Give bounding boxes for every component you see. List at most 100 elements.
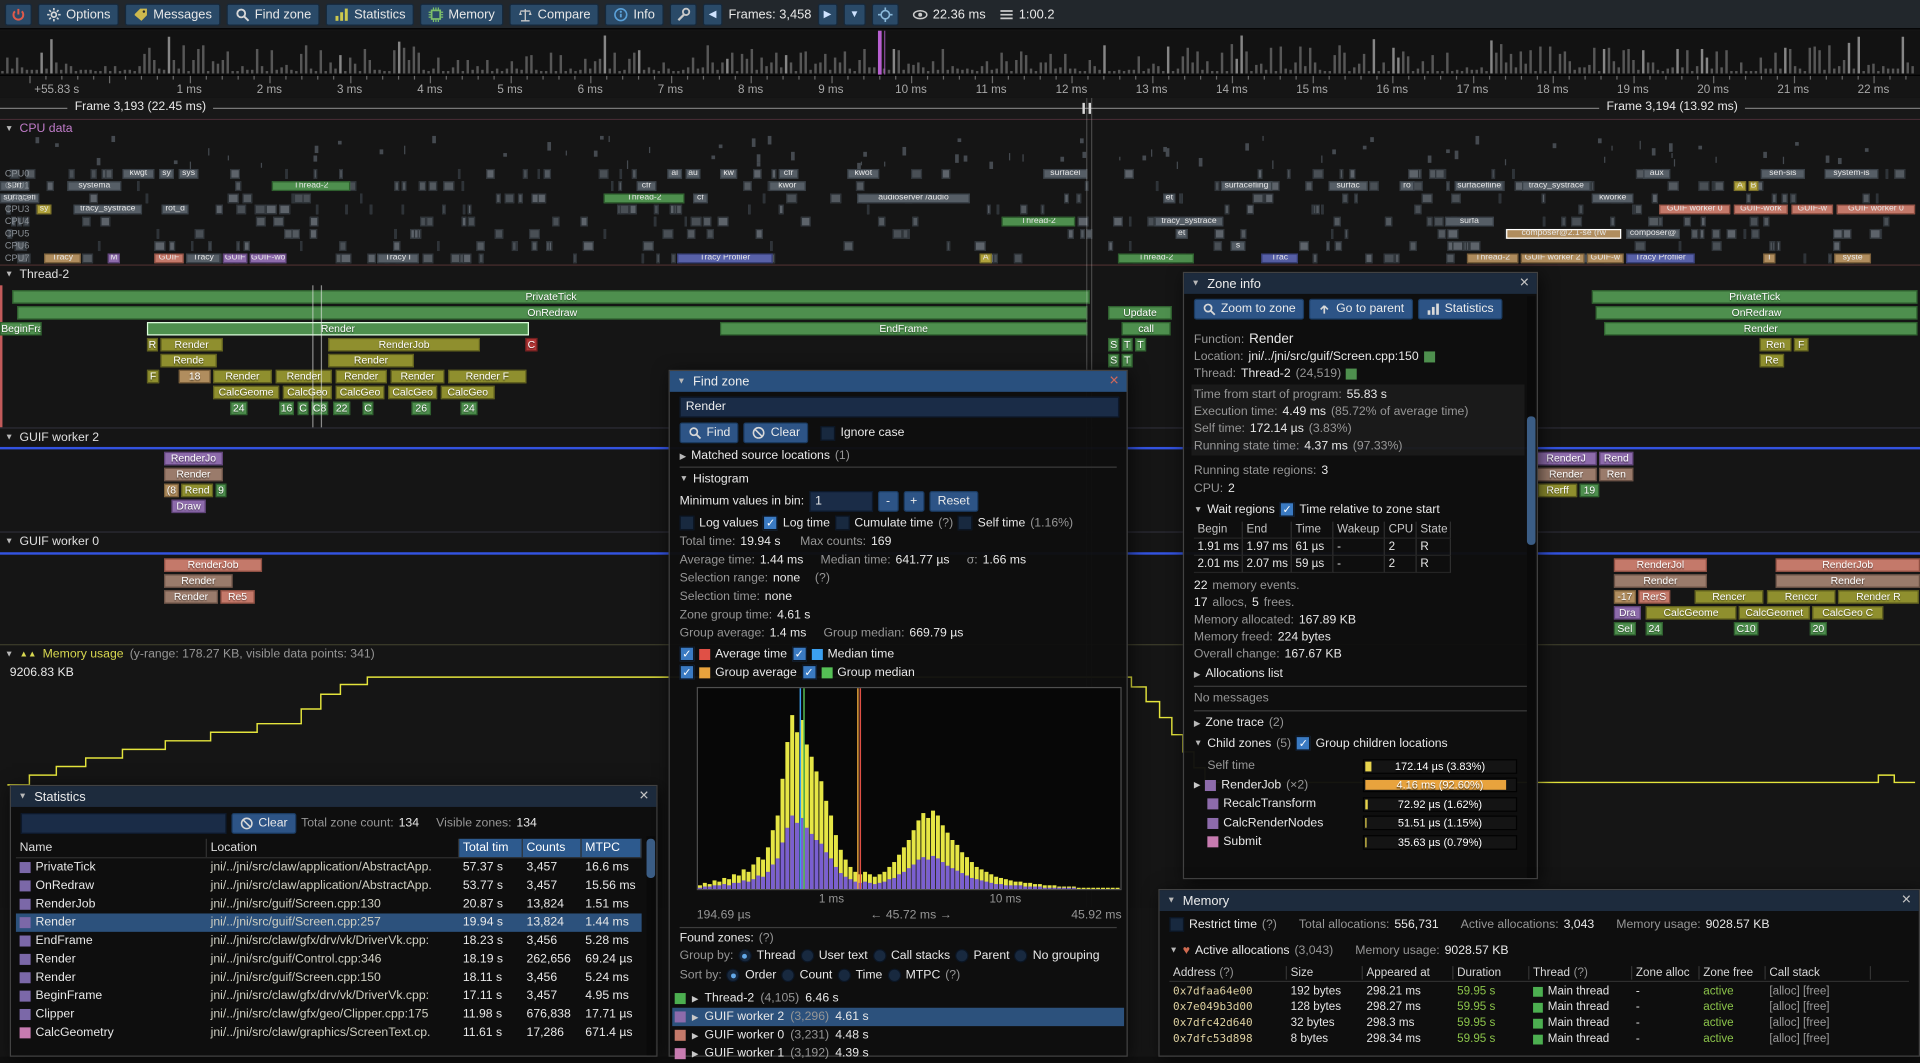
cpu-zone[interactable]: systema [67,181,121,191]
stats-table-row[interactable]: CalcGeometryjni/../jni/src/claw/graphics… [16,1024,642,1042]
child-zone-row[interactable]: RecalcTransform72.92 µs (1.62%) [1191,795,1531,814]
timeline-zone[interactable]: Ren [1599,468,1633,481]
collapse-arrow-icon[interactable]: ▼ [5,538,13,547]
radio-button[interactable] [781,969,794,982]
cpu-zone[interactable]: cfr [637,181,657,191]
timeline-zone[interactable]: Render [164,590,218,603]
radio-button[interactable] [873,949,886,962]
ignore-case-checkbox[interactable] [821,426,836,441]
cpu-zone[interactable]: rot_d [162,204,189,214]
timeline-zone[interactable]: RenderJob [328,338,480,351]
scrollbar[interactable] [647,836,656,1055]
cpu-zone[interactable]: GUIF worker 0 [1659,204,1730,214]
stats-table-row[interactable]: PrivateTickjni/../jni/src/claw/applicati… [16,858,642,876]
timeline-zone[interactable]: Render [276,370,332,383]
zone-group-row[interactable]: ▶GUIF worker 1(3,192)4.39 s [672,1044,1124,1062]
cpu-zone[interactable]: et [1163,193,1175,203]
timeline-zone[interactable]: Re [1760,354,1784,367]
group-children-checkbox[interactable]: ✓ [1296,736,1311,751]
timeline-zone[interactable]: CalcGeo C [1812,606,1883,619]
radio-button[interactable] [887,969,900,982]
timeline-zone[interactable]: 9 [216,484,227,497]
timeline-zone[interactable]: CalcGeo [283,386,332,399]
allocation-row[interactable]: 0x7dfc53d8988 bytes298.34 ms59.95 sMain … [1169,1031,1909,1047]
cpu-zone[interactable]: syste [1834,253,1871,263]
timeline-zone[interactable]: Render [1536,468,1597,481]
restrict-time-checkbox[interactable] [1169,917,1184,932]
cpu-zone[interactable]: cf [693,193,708,203]
cpu-zone[interactable]: audioserver /audio [857,193,970,203]
find-zone-button[interactable]: Find zone [227,3,320,25]
timeline-zone[interactable]: S [1108,338,1119,351]
timeline-zone[interactable]: Render [213,370,272,383]
stats-table-row[interactable]: Clipperjni/../jni/src/claw/gfx/geo/Clipp… [16,1005,642,1023]
timeline-zone[interactable]: RenderJob [164,558,262,571]
collapse-arrow-icon[interactable]: ▼ [5,433,13,442]
expand-arrow-icon[interactable]: ▶ [680,451,687,461]
stats-table-row[interactable]: BeginFramejni/../jni/src/claw/gfx/drv/vk… [16,987,642,1005]
cpu-zone[interactable]: A [1734,181,1746,191]
collapse-arrow-icon[interactable]: ▼ [680,475,688,484]
timeline-zone[interactable]: 20 [1810,622,1827,635]
time-relative-checkbox[interactable]: ✓ [1280,502,1295,517]
timeline-zone[interactable]: Render [336,370,387,383]
scrollbar-thumb[interactable] [1527,416,1536,545]
timeline-zone[interactable]: Render [328,354,414,367]
cpu-zone[interactable]: kw [720,169,737,179]
timeline-zone[interactable]: Update [1108,306,1172,319]
cpu-zone[interactable]: kwot [847,169,879,179]
collapse-arrow-icon[interactable]: ▼ [1169,947,1177,956]
timeline-zone[interactable]: C8 [311,402,328,415]
timeline-zone[interactable]: Rend [181,484,213,497]
column-header[interactable]: Duration [1453,966,1529,979]
checkbox[interactable] [958,516,973,531]
memory-button[interactable]: Memory [420,3,503,25]
column-header[interactable]: Call stack [1766,966,1871,979]
checkbox[interactable]: ✓ [792,647,807,662]
checkbox[interactable]: ✓ [802,665,817,680]
checkbox[interactable] [835,516,850,531]
zone-group-row[interactable]: ▶Thread-2(4,105)6.46 s [672,989,1124,1007]
collapse-arrow-icon[interactable]: ▼ [5,650,13,659]
cpu-zone[interactable]: system-is [1824,169,1878,179]
timeline-zone[interactable]: EndFrame [720,322,1087,335]
prev-frame-button[interactable]: ◀ [703,3,723,25]
timeline-zone[interactable]: Rend [1599,452,1633,465]
statistics-button[interactable]: Statistics [326,3,414,25]
cpu-zone[interactable]: aux [1643,169,1670,179]
cpu-zone[interactable]: surfacefling [1221,181,1272,191]
collapse-arrow-icon[interactable]: ▼ [18,792,26,801]
cpu-zone[interactable]: GUIF-wo [250,253,287,263]
close-icon[interactable]: ✕ [1109,375,1119,388]
expand-arrow-icon[interactable]: ▶ [692,1012,699,1022]
child-zone-row[interactable]: CalcRenderNodes51.51 µs (1.15%) [1191,814,1531,833]
timeline-zone[interactable]: (8 [164,484,179,497]
cpu-zone[interactable]: kworke [1592,193,1634,203]
stats-table-row[interactable]: Renderjni/../jni/src/guif/Screen.cpp:150… [16,969,642,987]
timeline-zone[interactable]: RenderJob [1776,558,1920,571]
filter-zones-input[interactable] [21,813,227,834]
cpu-zone[interactable]: kwgt [122,169,154,179]
compare-button[interactable]: Compare [510,3,600,25]
messages-button[interactable]: Messages [125,3,220,25]
cpu-zone[interactable]: Tracy [186,253,220,263]
next-frame-button[interactable]: ▶ [818,3,838,25]
timeline-zone[interactable]: C10 [1734,622,1758,635]
timeline-zone[interactable]: 22 [333,402,350,415]
zone-group-row[interactable]: ▶GUIF worker 2(3,296)4.61 s [672,1008,1124,1026]
collapse-arrow-icon[interactable]: ▼ [5,271,13,280]
cpu-zone[interactable]: Tracy [44,253,81,263]
cpu-zone[interactable]: Thread-2 [604,193,685,203]
timeline-zone[interactable]: Dra [1614,606,1641,619]
tools-button[interactable] [670,3,697,25]
go-to-parent-button[interactable]: Go to parent [1309,299,1413,320]
timeline-zone[interactable]: T [1122,338,1133,351]
timeline-zone[interactable]: Rencer [1695,590,1764,603]
find-button[interactable]: Find [680,422,739,443]
zoom-to-zone-button[interactable]: Zoom to zone [1194,299,1304,320]
timeline-zone[interactable]: Render [1614,574,1707,587]
timeline-zone[interactable]: Render [1604,322,1917,335]
checkbox[interactable]: ✓ [680,647,695,662]
close-icon[interactable]: ✕ [1519,277,1529,290]
timeline-zone[interactable]: Rerff [1538,484,1577,497]
